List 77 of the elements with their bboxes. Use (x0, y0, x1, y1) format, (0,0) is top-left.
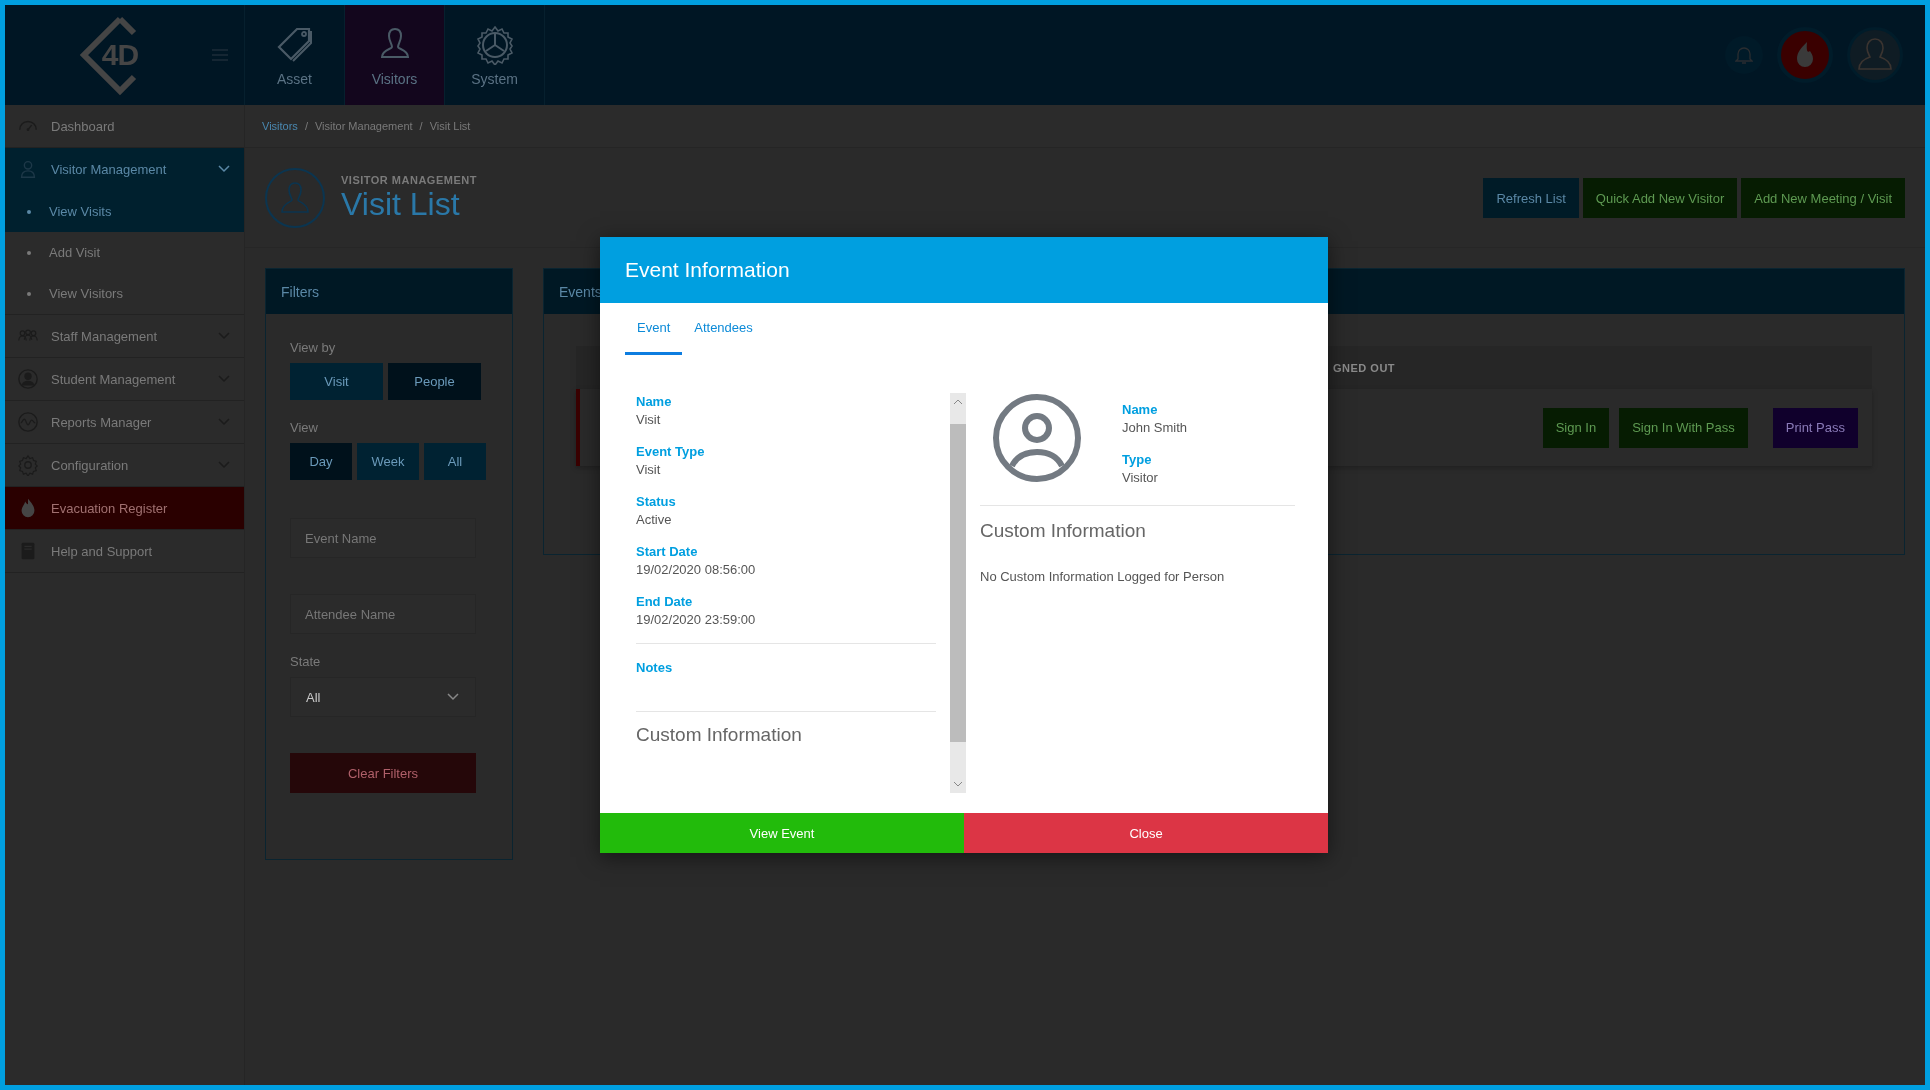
section-title: Custom Information (636, 724, 802, 745)
sidebar-subitem[interactable]: View Visits (5, 191, 244, 232)
quick-add-button[interactable]: Quick Add New Visitor (1582, 178, 1738, 218)
field-value: Visitor (1122, 469, 1159, 487)
field-value: Visit (636, 411, 662, 429)
field-label: Name (1122, 401, 1159, 419)
view-event-button[interactable]: View Event (600, 813, 964, 853)
sidebar-item[interactable]: Reports Manager (5, 401, 244, 444)
user-avatar-icon (992, 393, 1082, 483)
attendee-name-field[interactable]: Attendee Name (290, 594, 476, 634)
refresh-button[interactable]: Refresh List (1483, 178, 1579, 218)
field-value: Visit (636, 461, 662, 479)
panel-header: Filters (266, 269, 512, 314)
toggle-button[interactable]: People (388, 363, 481, 400)
logo: 4D (78, 13, 162, 97)
gear-icon (474, 25, 515, 65)
sidebar-subitem[interactable]: View Visitors (5, 273, 244, 314)
nav-tab[interactable]: Visitors (345, 5, 445, 105)
field-value: Active (636, 511, 673, 529)
person-circle-icon (265, 167, 325, 228)
chevron-down-icon (218, 165, 230, 173)
field-label: View (290, 420, 318, 435)
field-value: 19/02/2020 08:56:00 (636, 561, 757, 579)
sidebar-item[interactable]: Help and Support (5, 530, 244, 573)
sidebar-item-label: Dashboard (51, 118, 115, 134)
page-title: Visit List (341, 185, 461, 222)
sidebar-item-label: Staff Management (51, 328, 157, 344)
clear-filters-button[interactable]: Clear Filters (290, 753, 476, 793)
field-value: 19/02/2020 23:59:00 (636, 611, 757, 629)
scroll-down-icon[interactable] (953, 780, 963, 788)
close-button[interactable]: Close (964, 813, 1328, 853)
breadcrumb-item: Visit List (429, 120, 471, 132)
field-label: Type (1122, 451, 1153, 469)
sidebar-item-label: Visitor Management (51, 161, 167, 177)
scroll-up-icon[interactable] (953, 398, 963, 406)
sidebar-item[interactable]: Student Management (5, 358, 244, 401)
toggle-button[interactable]: Visit (290, 363, 383, 400)
notification-bell-icon[interactable] (1725, 36, 1763, 74)
field-value: John Smith (1122, 419, 1188, 437)
field-label: Name (636, 393, 673, 411)
field-label: Notes (636, 660, 673, 675)
toggle-button[interactable]: All (424, 443, 486, 480)
event-name-field[interactable]: Event Name (290, 518, 476, 558)
field-label: Start Date (636, 543, 699, 561)
breadcrumb-separator: / (304, 120, 308, 132)
info-message: No Custom Information Logged for Person (980, 569, 1225, 584)
row-action-button[interactable]: Print Pass (1772, 407, 1858, 448)
sidebar-item-label: Student Management (51, 371, 176, 387)
section-title: Custom Information (980, 520, 1146, 541)
sidebar-item-label: Help and Support (51, 543, 153, 559)
field-label: Event Type (636, 443, 706, 461)
sidebar-item-label: Reports Manager (51, 414, 152, 430)
scrollbar[interactable] (950, 393, 966, 793)
row-action-button[interactable]: Sign In With Pass (1619, 407, 1748, 448)
toggle-button[interactable]: Week (357, 443, 419, 480)
breadcrumb-link[interactable]: Visitors (262, 120, 298, 132)
sidebar-item[interactable]: Visitor Management (5, 148, 244, 191)
add-meeting-button[interactable]: Add New Meeting / Visit (1741, 178, 1905, 218)
field-label: View by (290, 340, 336, 355)
sidebar-item-label: Configuration (51, 457, 129, 473)
breadcrumb-separator: / (419, 120, 423, 132)
select-value: All (306, 689, 321, 705)
sidebar-item-label: Evacuation Register (51, 500, 168, 516)
field-label: State (290, 654, 321, 669)
field-label: Status (636, 493, 677, 511)
row-action-button[interactable]: Sign In (1542, 407, 1610, 448)
sidebar-item[interactable]: Evacuation Register (5, 487, 244, 530)
modal-title: Event Information (600, 237, 1328, 303)
chevron-down-icon (447, 693, 459, 701)
toggle-button[interactable]: Day (290, 443, 352, 480)
state-select[interactable]: All (290, 677, 476, 717)
sidebar-subitem[interactable]: Add Visit (5, 232, 244, 273)
breadcrumb-item: Visitor Management (314, 120, 413, 132)
modal-tab[interactable]: Event (625, 303, 683, 355)
page-overline: VISITOR MANAGEMENT (341, 173, 477, 186)
sidebar-item[interactable]: Staff Management (5, 315, 244, 358)
field-label: End Date (636, 593, 694, 611)
